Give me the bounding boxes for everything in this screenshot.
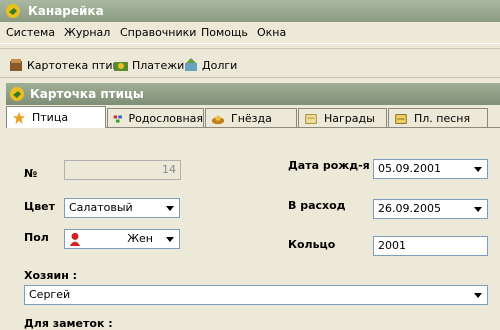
tab-pedigree-label: Родословная <box>128 112 203 125</box>
birds-catalog-label: Картотека птиц <box>27 58 120 72</box>
owner-select[interactable]: Сергей <box>24 285 488 305</box>
song-icon <box>395 113 407 124</box>
chevron-down-icon[interactable] <box>162 231 178 247</box>
pedigree-icon <box>113 114 122 123</box>
sex-label: Пол <box>24 231 49 244</box>
number-value: 14 <box>162 163 176 176</box>
tab-song-label: Пл. песня <box>414 112 471 125</box>
menu-system[interactable]: Система <box>6 26 55 39</box>
debts-label: Долги <box>202 58 238 72</box>
notes-label: Для заметок : <box>24 317 113 330</box>
number-field: 14 <box>64 160 181 180</box>
payments-icon <box>114 62 128 71</box>
menu-references[interactable]: Справочники <box>120 26 196 39</box>
canary-card-icon <box>10 87 24 101</box>
ring-label: Кольцо <box>288 238 336 251</box>
number-label: № <box>24 167 38 180</box>
tab-pedigree[interactable]: Родословная <box>107 108 204 128</box>
menu-help[interactable]: Помощь <box>201 26 248 39</box>
debts-button[interactable]: Долги <box>183 56 237 74</box>
card-titlebar: Карточка птицы <box>6 83 500 105</box>
catalog-icon <box>10 59 22 71</box>
color-value: Салатовый <box>69 201 133 214</box>
ring-field[interactable]: 2001 <box>373 236 488 256</box>
toolbar: Картотека птиц Платежи Долги <box>0 48 500 78</box>
chevron-down-icon[interactable] <box>162 200 178 216</box>
birds-catalog-button[interactable]: Картотека птиц <box>8 56 120 74</box>
payments-label: Платежи <box>132 58 185 72</box>
tab-song[interactable]: Пл. песня <box>388 108 488 128</box>
window-title: Канарейка <box>28 4 104 18</box>
sex-value: Жен <box>127 232 153 245</box>
canary-app-icon <box>6 4 20 18</box>
tab-bird-label: Птица <box>32 111 69 124</box>
menu-journal[interactable]: Журнал <box>64 26 110 39</box>
color-select[interactable]: Салатовый <box>64 198 180 218</box>
ring-value: 2001 <box>378 239 406 252</box>
out-date-field[interactable]: 26.09.2005 <box>373 199 488 219</box>
birth-label: Дата рожд-я <box>288 159 370 172</box>
birth-date-field[interactable]: 05.09.2001 <box>373 159 488 179</box>
color-label: Цвет <box>24 200 56 213</box>
tab-bird[interactable]: Птица <box>6 106 106 128</box>
menu-windows[interactable]: Окна <box>257 26 286 39</box>
tab-strip: Птица Родословная Гнёзда Награды Пл. пес… <box>6 106 500 128</box>
menu-bar: Система Журнал Справочники Помощь Окна <box>0 22 500 44</box>
tab-nests-label: Гнёзда <box>231 112 272 125</box>
out-value: 26.09.2005 <box>378 202 441 215</box>
birth-value: 05.09.2001 <box>378 162 441 175</box>
female-user-icon <box>69 232 81 246</box>
bird-form-panel: № 14 Цвет Салатовый Пол Жен Дата рожд-я … <box>6 127 500 330</box>
payments-button[interactable]: Платежи <box>113 56 184 74</box>
tab-nests[interactable]: Гнёзда <box>205 108 297 128</box>
star-icon <box>12 111 26 124</box>
owner-value: Сергей <box>29 288 71 301</box>
tab-awards[interactable]: Награды <box>298 108 387 128</box>
chevron-down-icon[interactable] <box>470 161 486 177</box>
window-titlebar: Канарейка <box>0 0 500 22</box>
out-label: В расход <box>288 199 346 212</box>
nest-icon <box>211 115 225 124</box>
sex-select[interactable]: Жен <box>64 229 180 249</box>
tab-awards-label: Награды <box>324 112 375 125</box>
chevron-down-icon[interactable] <box>470 287 486 303</box>
debts-icon <box>185 58 197 71</box>
award-icon <box>305 113 317 124</box>
card-title: Карточка птицы <box>30 87 144 101</box>
chevron-down-icon[interactable] <box>470 201 486 217</box>
owner-label: Хозяин : <box>24 269 78 282</box>
